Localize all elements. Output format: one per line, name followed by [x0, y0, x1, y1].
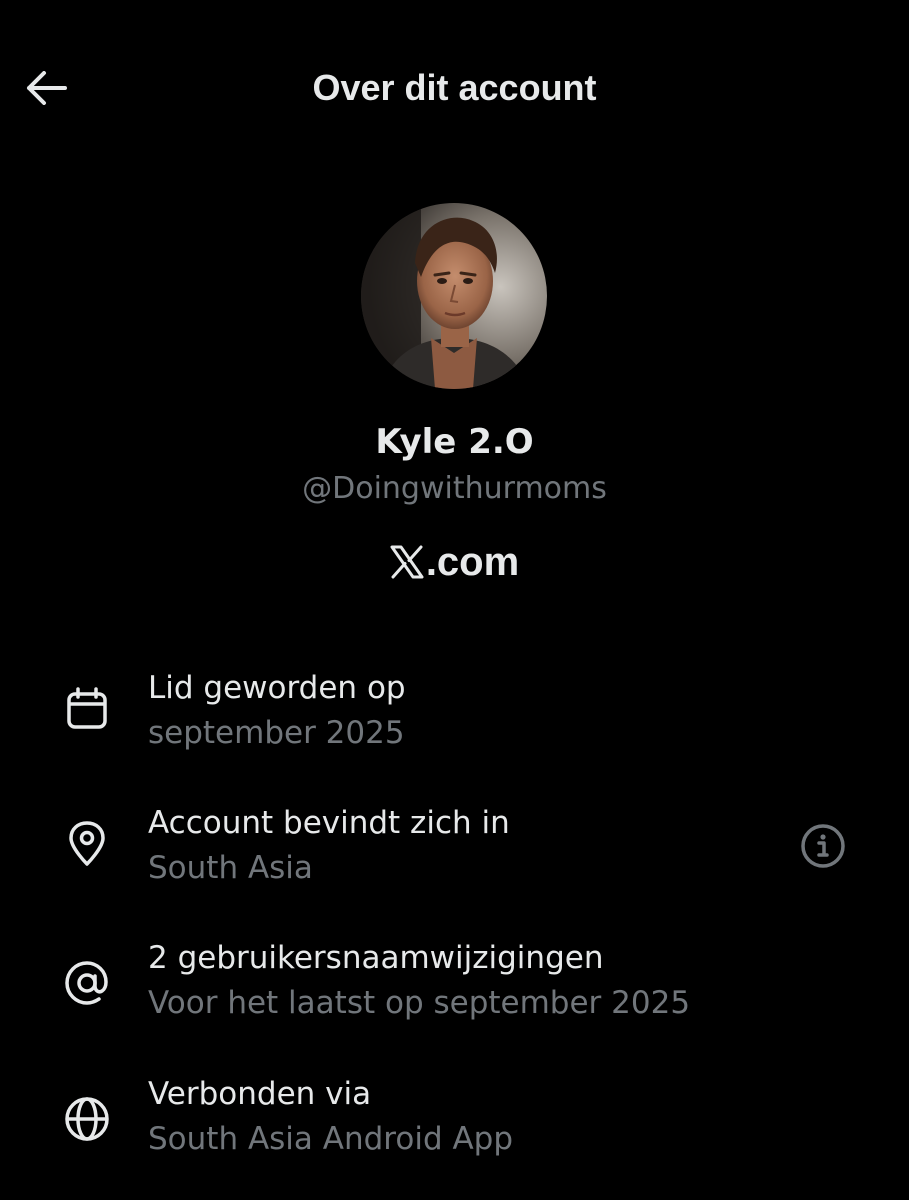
joined-date-row: Lid geworden op september 2025 [0, 666, 909, 766]
info-button[interactable] [796, 819, 850, 873]
row-value: South Asia Android App [148, 1121, 514, 1157]
platform-label: .com [0, 536, 909, 588]
profile-name: Kyle 2.O [375, 422, 534, 462]
platform-domain: .com [425, 540, 520, 584]
row-value: september 2025 [148, 715, 405, 751]
globe-icon [60, 1092, 114, 1146]
profile-handle: @Doingwithurmoms [302, 471, 607, 506]
calendar-icon [60, 682, 114, 736]
location-pin-icon [60, 817, 114, 871]
username-changes-row: 2 gebruikersnaamwijzigingen Voor het laa… [0, 936, 909, 1036]
row-value: Voor het laatst op september 2025 [148, 985, 691, 1021]
page-title: Over dit account [312, 67, 597, 108]
connected-via-row: Verbonden via South Asia Android App [0, 1072, 909, 1172]
row-title: Lid geworden op [148, 670, 406, 706]
top-bar: Over dit account [0, 0, 909, 176]
row-title: Verbonden via [148, 1076, 372, 1112]
x-logo-icon [390, 545, 424, 579]
row-value: South Asia [148, 850, 313, 886]
row-title: Account bevindt zich in [148, 805, 510, 841]
profile-photo [361, 203, 547, 389]
account-location-row: Account bevindt zich in South Asia [0, 801, 909, 901]
at-sign-icon [60, 956, 114, 1010]
info-icon [801, 824, 845, 868]
row-title: 2 gebruikersnaamwijzigingen [148, 940, 604, 976]
avatar[interactable] [361, 203, 547, 389]
